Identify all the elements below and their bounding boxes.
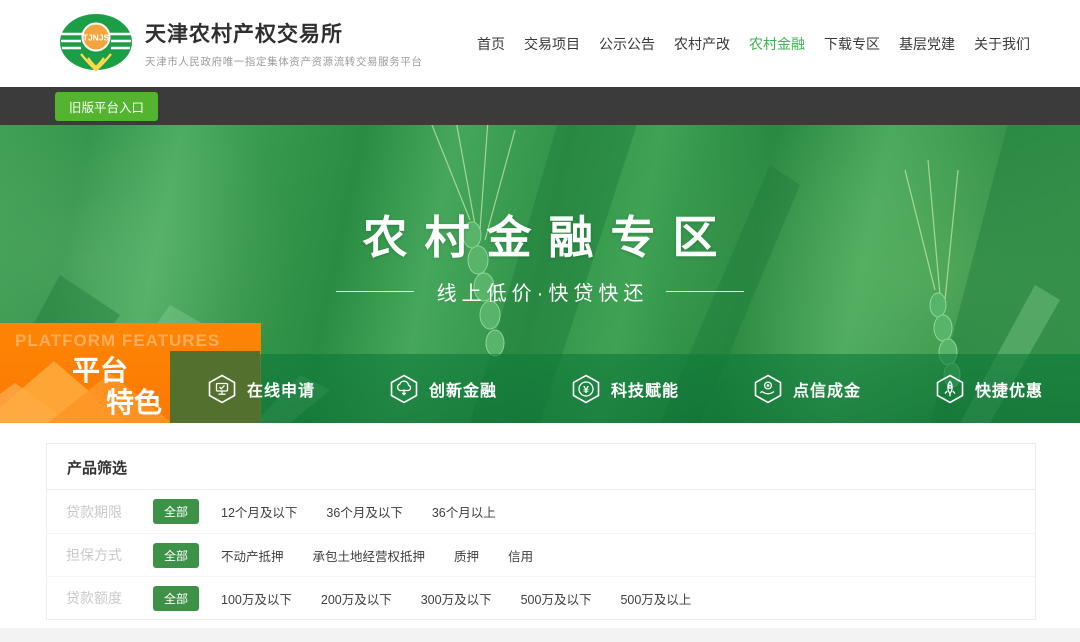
yen-circle-icon: ¥ bbox=[571, 374, 601, 404]
nav-item-3[interactable]: 公示公告 bbox=[599, 34, 655, 54]
feature-tab-5[interactable]: 快捷优惠 bbox=[898, 354, 1080, 423]
feature-tab-label: 快捷优惠 bbox=[975, 377, 1043, 401]
filter-panel: 产品筛选 贷款期限全部12个月及以下36个月及以下36个月以上担保方式全部不动产… bbox=[46, 443, 1036, 620]
main-content: 产品筛选 贷款期限全部12个月及以下36个月及以下36个月以上担保方式全部不动产… bbox=[0, 423, 1080, 620]
filter-row-label: 担保方式 bbox=[66, 545, 136, 565]
feature-tab-1[interactable]: 在线申请 bbox=[170, 354, 352, 423]
site-subtitle: 天津市人民政府唯一指定集体资产资源流转交易服务平台 bbox=[145, 54, 423, 69]
brand-block: 天津农村产权交易所 天津市人民政府唯一指定集体资产资源流转交易服务平台 bbox=[145, 18, 423, 69]
hero-banner: 农村金融专区 线上低价·快贷快还 PLATFORM FEATURES 平台 特色… bbox=[0, 125, 1080, 423]
filter-option[interactable]: 500万及以上 bbox=[620, 589, 691, 608]
filter-panel-title: 产品筛选 bbox=[47, 444, 1035, 490]
hand-coin-icon bbox=[753, 374, 783, 404]
nav-item-8[interactable]: 关于我们 bbox=[974, 34, 1030, 54]
footer-strip bbox=[0, 628, 1080, 642]
filter-option[interactable]: 500万及以下 bbox=[521, 589, 592, 608]
site-logo[interactable]: TJNJS bbox=[57, 12, 135, 76]
site-title: 天津农村产权交易所 bbox=[145, 18, 423, 48]
hero-title: 农村金融专区 bbox=[0, 201, 1080, 266]
logo-monogram: TJNJS bbox=[83, 32, 110, 42]
feature-tabs: 在线申请 创新金融 ¥ 科技赋能 点信成金 快捷优惠 bbox=[170, 354, 1080, 423]
filter-option[interactable]: 200万及以下 bbox=[321, 589, 392, 608]
nav-item-1[interactable]: 首页 bbox=[477, 34, 505, 54]
topbar: 旧版平台入口 bbox=[0, 87, 1080, 125]
hero-subtitle: 线上低价·快贷快还 bbox=[432, 277, 649, 306]
filter-row-label: 贷款期限 bbox=[66, 502, 136, 522]
feature-tab-4[interactable]: 点信成金 bbox=[716, 354, 898, 423]
monitor-check-icon bbox=[207, 374, 237, 404]
svg-text:¥: ¥ bbox=[583, 384, 589, 396]
filter-option[interactable]: 质押 bbox=[454, 546, 479, 565]
filter-option[interactable]: 信用 bbox=[508, 546, 533, 565]
features-title-line2: 特色 bbox=[106, 381, 162, 421]
site-header: TJNJS 天津农村产权交易所 天津市人民政府唯一指定集体资产资源流转交易服务平… bbox=[0, 0, 1080, 87]
filter-row-1: 贷款期限全部 12个月及以下 36个月及以下 36个月以上 bbox=[47, 490, 1035, 533]
filter-row-2: 担保方式全部 不动产抵押 承包土地经营权抵押 质押 信用 bbox=[47, 533, 1035, 576]
filter-option[interactable]: 不动产抵押 bbox=[221, 546, 284, 565]
nav-item-2[interactable]: 交易项目 bbox=[524, 34, 580, 54]
feature-tab-label: 科技赋能 bbox=[611, 377, 679, 401]
cloud-arrow-icon bbox=[389, 374, 419, 404]
filter-all-badge[interactable]: 全部 bbox=[153, 586, 199, 611]
filter-all-badge[interactable]: 全部 bbox=[153, 499, 199, 524]
main-nav: 首页交易项目公示公告农村产改农村金融下载专区基层党建关于我们 bbox=[477, 34, 1030, 54]
filter-option[interactable]: 100万及以下 bbox=[221, 589, 292, 608]
filter-rows: 贷款期限全部12个月及以下36个月及以下36个月以上担保方式全部不动产抵押承包土… bbox=[47, 490, 1035, 619]
features-eyebrow: PLATFORM FEATURES bbox=[15, 331, 220, 351]
hero-subtitle-row: 线上低价·快贷快还 bbox=[0, 277, 1080, 306]
filter-row-3: 贷款额度全部 100万及以下 200万及以下 300万及以下 500万及以下 500万及以… bbox=[47, 576, 1035, 619]
nav-item-6[interactable]: 下载专区 bbox=[824, 34, 880, 54]
old-platform-button[interactable]: 旧版平台入口 bbox=[55, 92, 158, 121]
rocket-icon bbox=[935, 374, 965, 404]
filter-row-label: 贷款额度 bbox=[66, 588, 136, 608]
subtitle-left-line bbox=[336, 291, 414, 292]
filter-option[interactable]: 36个月及以下 bbox=[326, 502, 402, 521]
filter-option[interactable]: 12个月及以下 bbox=[221, 502, 297, 521]
feature-tab-label: 在线申请 bbox=[247, 377, 315, 401]
subtitle-right-line bbox=[666, 291, 744, 292]
filter-option[interactable]: 300万及以下 bbox=[421, 589, 492, 608]
nav-item-5[interactable]: 农村金融 bbox=[749, 34, 805, 54]
filter-all-badge[interactable]: 全部 bbox=[153, 543, 199, 568]
feature-tab-label: 点信成金 bbox=[793, 377, 861, 401]
filter-option[interactable]: 36个月以上 bbox=[432, 502, 496, 521]
nav-item-7[interactable]: 基层党建 bbox=[899, 34, 955, 54]
filter-option[interactable]: 承包土地经营权抵押 bbox=[313, 546, 426, 565]
feature-tab-label: 创新金融 bbox=[429, 377, 497, 401]
nav-item-4[interactable]: 农村产改 bbox=[674, 34, 730, 54]
feature-tab-2[interactable]: 创新金融 bbox=[352, 354, 534, 423]
feature-tab-3[interactable]: ¥ 科技赋能 bbox=[534, 354, 716, 423]
